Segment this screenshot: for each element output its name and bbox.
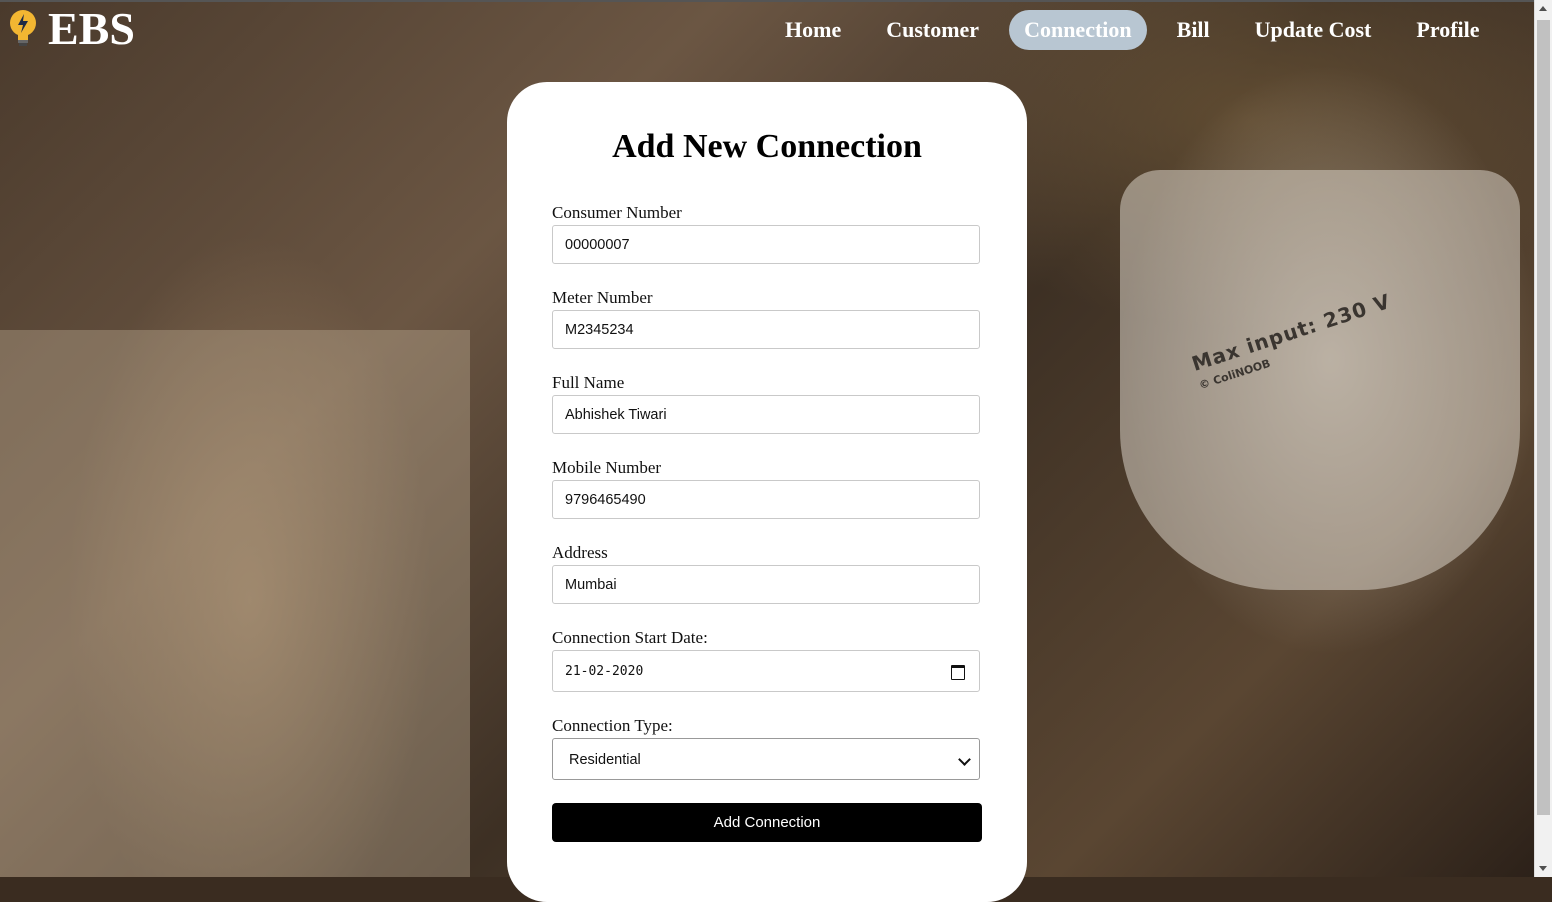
full-name-input[interactable]: Abhishek Tiwari xyxy=(552,395,980,434)
app-logo[interactable]: EBS xyxy=(8,6,135,52)
scroll-down-icon[interactable] xyxy=(1539,866,1547,871)
nav-update-cost[interactable]: Update Cost xyxy=(1240,10,1387,50)
nav-home[interactable]: Home xyxy=(770,10,856,50)
connection-type-select[interactable]: Residential xyxy=(552,738,980,780)
address-label: Address xyxy=(552,543,608,562)
meter-number-label: Meter Number xyxy=(552,288,653,307)
window-top-border xyxy=(0,0,1552,2)
scrollbar-thumb[interactable] xyxy=(1537,20,1550,815)
nav-profile[interactable]: Profile xyxy=(1401,10,1494,50)
meter-number-input[interactable]: M2345234 xyxy=(552,310,980,349)
lightbulb-icon xyxy=(10,10,36,46)
form-title: Add New Connection xyxy=(612,128,922,165)
page-scrollbar[interactable] xyxy=(1534,0,1552,877)
nav-bill[interactable]: Bill xyxy=(1162,10,1225,50)
calendar-icon[interactable] xyxy=(951,665,965,680)
mobile-number-input[interactable]: 9796465490 xyxy=(552,480,980,519)
consumer-number-label: Consumer Number xyxy=(552,203,682,222)
nav-customer[interactable]: Customer xyxy=(871,10,994,50)
mobile-number-label: Mobile Number xyxy=(552,458,662,477)
chevron-down-icon xyxy=(958,753,971,766)
start-date-input[interactable]: 21-02-2020 xyxy=(552,650,980,692)
scroll-up-icon[interactable] xyxy=(1539,6,1547,11)
start-date-label: Connection Start Date: xyxy=(552,628,708,647)
connection-type-label: Connection Type: xyxy=(552,716,673,735)
address-input[interactable]: Mumbai xyxy=(552,565,980,604)
connection-type-value: Residential xyxy=(569,752,641,768)
top-nav: Home Customer Connection Bill Update Cos… xyxy=(770,10,1510,50)
nav-connection[interactable]: Connection xyxy=(1009,10,1147,50)
full-name-label: Full Name xyxy=(552,373,625,392)
consumer-number-input[interactable]: 00000007 xyxy=(552,225,980,264)
brand-name: EBS xyxy=(48,3,135,54)
start-date-value: 21-02-2020 xyxy=(565,664,644,679)
add-connection-button[interactable]: Add Connection xyxy=(552,803,982,842)
